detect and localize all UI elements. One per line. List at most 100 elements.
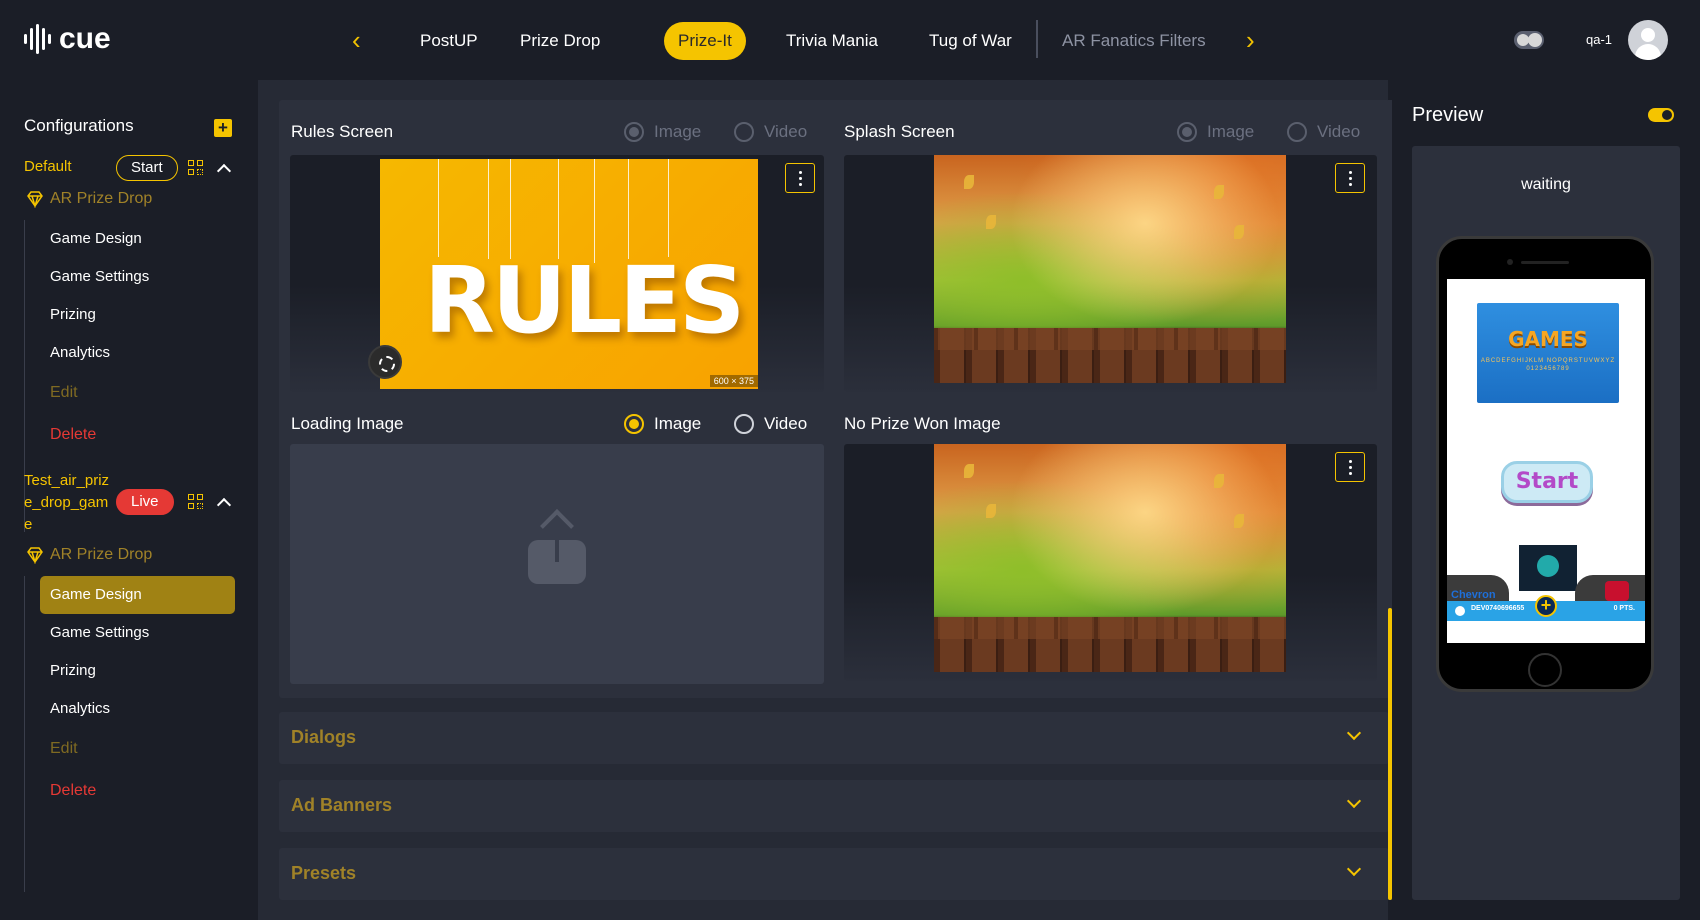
forest-image	[934, 444, 1286, 672]
top-navigation-bar: cue ‹ PostUP Prize Drop Prize-It Trivia …	[0, 0, 1700, 80]
rules-image: RULES 600 × 375	[380, 159, 758, 389]
accordion-title: Dialogs	[291, 727, 357, 747]
no-prize-won-label: No Prize Won Image	[844, 414, 1001, 433]
chevron-down-icon	[1346, 725, 1362, 741]
menu-game-settings[interactable]: Game Settings	[40, 258, 235, 296]
chevron-left-icon[interactable]: ‹	[352, 26, 361, 54]
more-options-icon[interactable]	[1335, 163, 1365, 193]
loading-image-label: Loading Image	[291, 414, 404, 433]
logo-text: cue	[59, 22, 111, 55]
radio-label: Video	[764, 122, 808, 141]
edit-button[interactable]: Edit	[40, 374, 235, 412]
splash-image-box[interactable]	[844, 155, 1377, 392]
start-button[interactable]: Start	[116, 155, 178, 181]
accordion-dialogs[interactable]: Dialogs	[279, 712, 1389, 764]
menu-game-design[interactable]: Game Design	[40, 576, 235, 614]
edit-button[interactable]: Edit	[40, 730, 235, 768]
user-code: DEV0740696655	[1471, 605, 1525, 612]
live-badge[interactable]: Live	[116, 489, 174, 515]
phone-screen: GAMES ABCDEFGHIJKLM NOPQRSTUVWXYZ 012345…	[1447, 279, 1645, 643]
games-title: GAMES	[1508, 327, 1588, 351]
accordion-presets[interactable]: Presets	[279, 848, 1389, 900]
tab-tug-of-war[interactable]: Tug of War	[915, 22, 1026, 60]
rules-image-box[interactable]: RULES 600 × 375	[290, 155, 824, 392]
nav-divider	[1036, 20, 1038, 58]
info-icon	[1455, 606, 1465, 616]
more-options-icon[interactable]	[785, 163, 815, 193]
chevron-down-icon	[1346, 793, 1362, 809]
chevron-right-icon[interactable]: ›	[1246, 26, 1255, 54]
delete-button[interactable]: Delete	[40, 416, 235, 454]
focus-icon[interactable]	[368, 345, 402, 379]
loading-video-radio[interactable]: Video	[734, 414, 807, 434]
add-icon[interactable]: +	[1535, 595, 1557, 617]
username: qa-1	[1586, 32, 1613, 47]
radio-label: Image	[654, 122, 702, 141]
menu-analytics[interactable]: Analytics	[40, 334, 235, 372]
preview-start-button[interactable]: Start	[1501, 461, 1593, 503]
radio-label: Video	[1317, 122, 1361, 141]
chevron-down-icon	[1346, 861, 1362, 877]
home-button	[1528, 653, 1562, 687]
radio-label: Video	[764, 414, 808, 433]
config-name-line: e_drop_gam	[24, 494, 109, 511]
game-name-label: AR Prize Drop	[50, 190, 153, 207]
tab-prize-it[interactable]: Prize-It	[664, 22, 746, 60]
add-configuration-button[interactable]: +	[214, 119, 232, 137]
more-options-icon[interactable]	[1335, 452, 1365, 482]
preview-status: waiting	[1521, 176, 1571, 193]
games-image: GAMES ABCDEFGHIJKLM NOPQRSTUVWXYZ 012345…	[1477, 303, 1619, 403]
menu-prizing[interactable]: Prizing	[40, 652, 235, 690]
game-ar-prize-drop[interactable]: AR Prize Drop	[26, 546, 152, 564]
preview-title: Preview	[1412, 104, 1484, 126]
delete-button[interactable]: Delete	[40, 772, 235, 810]
menu-game-settings[interactable]: Game Settings	[40, 614, 235, 652]
sponsor-name: Chevron	[1451, 589, 1496, 601]
menu-analytics[interactable]: Analytics	[40, 690, 235, 728]
rules-video-radio[interactable]: Video	[734, 122, 807, 142]
chevron-up-icon[interactable]	[216, 497, 232, 513]
game-name-label: AR Prize Drop	[50, 546, 153, 563]
game-ar-prize-drop[interactable]: AR Prize Drop	[26, 190, 152, 208]
chevron-up-icon[interactable]	[216, 163, 232, 179]
configurations-title: Configurations	[24, 116, 134, 135]
upload-arrow-head-icon	[540, 509, 574, 543]
menu-prizing[interactable]: Prizing	[40, 296, 235, 334]
image-size-label: 600 × 375	[709, 375, 758, 387]
avatar[interactable]	[1628, 20, 1668, 60]
accordion-title: Presets	[291, 863, 357, 883]
theme-toggle-icon[interactable]	[1514, 31, 1544, 49]
config-name-line: e	[24, 516, 33, 533]
forest-image	[934, 155, 1286, 383]
team-logo	[1519, 545, 1577, 591]
config-name-line: Test_air_priz	[24, 472, 110, 489]
splash-image-radio[interactable]: Image	[1177, 122, 1254, 142]
cue-logo[interactable]: cue	[24, 22, 111, 56]
diamond-icon	[27, 547, 43, 564]
tab-postup[interactable]: PostUP	[406, 22, 492, 60]
loading-image-radio[interactable]: Image	[624, 414, 701, 434]
upload-dropzone[interactable]	[290, 444, 824, 684]
accordion-title: Ad Banners	[291, 795, 393, 815]
rules-image-text: RULES	[424, 247, 745, 354]
accordion-ad-banners[interactable]: Ad Banners	[279, 780, 1389, 832]
rules-image-radio[interactable]: Image	[624, 122, 701, 142]
menu-game-design[interactable]: Game Design	[40, 220, 235, 258]
qr-code-icon[interactable]	[188, 494, 204, 510]
no-prize-image-box[interactable]	[844, 444, 1377, 681]
preview-toggle[interactable]	[1648, 108, 1674, 122]
splash-screen-label: Splash Screen	[844, 122, 955, 141]
games-alphabet: ABCDEFGHIJKLM NOPQRSTUVWXYZ 0123456789	[1480, 358, 1616, 372]
tab-ar-fanatics-filters[interactable]: AR Fanatics Filters	[1048, 22, 1220, 60]
sidebar: Configurations + Default Start AR Prize …	[0, 80, 258, 920]
radio-label: Image	[1207, 122, 1255, 141]
points: 0 PTS.	[1613, 605, 1635, 612]
tab-trivia-mania[interactable]: Trivia Mania	[772, 22, 892, 60]
diamond-icon	[27, 191, 43, 208]
tab-prize-drop[interactable]: Prize Drop	[506, 22, 614, 60]
splash-video-radio[interactable]: Video	[1287, 122, 1360, 142]
qr-code-icon[interactable]	[188, 160, 204, 176]
sound-wave-icon	[24, 24, 51, 54]
config-name-test[interactable]: Test_air_priz e_drop_gam e	[24, 470, 109, 536]
config-name-default[interactable]: Default	[24, 156, 72, 178]
